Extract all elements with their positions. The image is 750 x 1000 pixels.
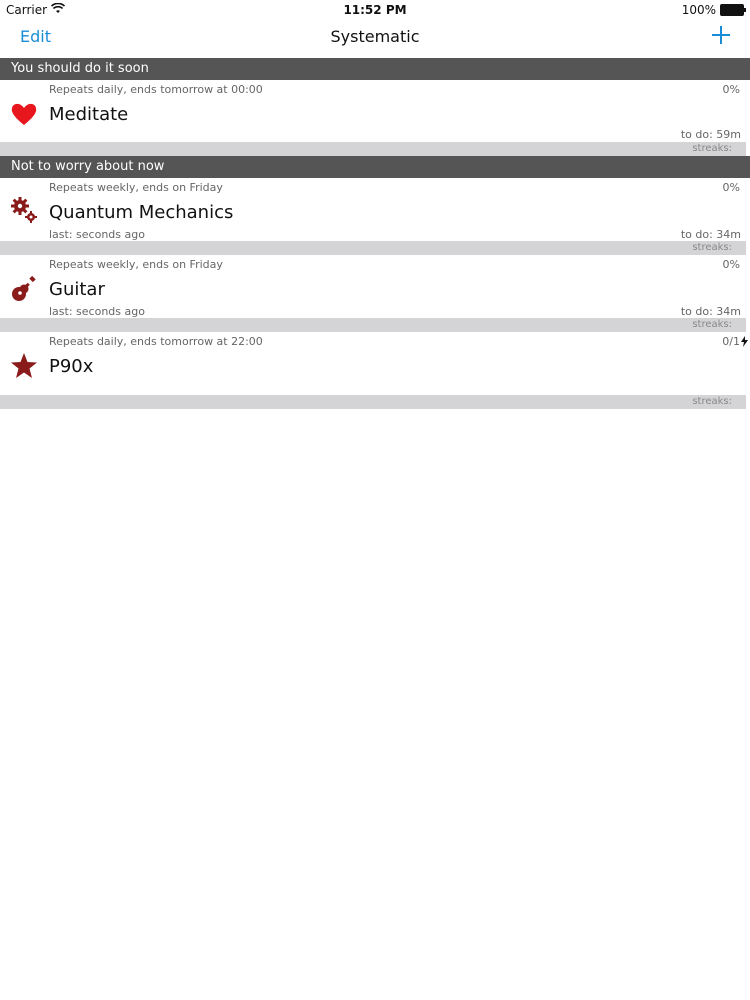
edit-button[interactable]: Edit [20, 27, 51, 46]
habit-name: Meditate [49, 104, 129, 125]
habit-cell-guitar[interactable]: Repeats weekly, ends on Friday 0% Guitar… [0, 255, 750, 332]
repeat-info: Repeats weekly, ends on Friday [49, 258, 223, 271]
repeat-info: Repeats daily, ends tomorrow at 00:00 [49, 83, 263, 96]
repeat-info: Repeats daily, ends tomorrow at 22:00 [49, 335, 263, 348]
gears-icon [10, 196, 38, 224]
section-header-not-worry: Not to worry about now [0, 156, 750, 178]
streak-bar: streaks: [0, 142, 746, 156]
last-done: last: seconds ago [49, 305, 145, 318]
add-button[interactable] [710, 24, 732, 46]
streaks-label: streaks: [692, 143, 732, 154]
progress-count: 0/1 [722, 335, 748, 348]
last-done: last: seconds ago [49, 228, 145, 241]
navigation-bar: Edit Systematic [0, 20, 750, 57]
status-time: 11:52 PM [343, 3, 407, 17]
star-icon [10, 352, 38, 380]
battery-percent: 100% [681, 3, 716, 17]
streaks-label: streaks: [692, 242, 732, 253]
todo-time: to do: 34m [680, 228, 741, 241]
progress-count-label: 0/1 [722, 335, 740, 348]
progress-percent: 0% [722, 258, 740, 271]
heart-icon [10, 100, 38, 128]
battery-icon [720, 4, 746, 16]
section-header-soon: You should do it soon [0, 58, 750, 80]
status-bar: Carrier 11:52 PM 100% [0, 0, 750, 20]
todo-time: to do: 59m [680, 128, 741, 141]
streak-bar: streaks: [0, 395, 746, 409]
streaks-label: streaks: [692, 396, 732, 407]
todo-time: to do: 34m [680, 305, 741, 318]
status-right: 100% [681, 3, 746, 17]
progress-percent: 0% [722, 83, 740, 96]
progress-percent: 0% [722, 181, 740, 194]
plus-icon [712, 26, 730, 44]
repeat-info: Repeats weekly, ends on Friday [49, 181, 223, 194]
streak-bar: streaks: [0, 241, 746, 255]
streaks-label: streaks: [692, 319, 732, 330]
habit-cell-p90x[interactable]: Repeats daily, ends tomorrow at 22:00 0/… [0, 332, 750, 410]
habit-cell-quantum-mechanics[interactable]: Repeats weekly, ends on Friday 0% Quantu… [0, 178, 750, 255]
habit-cell-meditate[interactable]: Repeats daily, ends tomorrow at 00:00 0%… [0, 80, 750, 156]
habit-name: Quantum Mechanics [49, 202, 234, 223]
lightning-icon [741, 336, 748, 347]
streak-bar: streaks: [0, 318, 746, 332]
habit-name: P90x [49, 356, 94, 377]
page-title: Systematic [330, 27, 420, 46]
habit-name: Guitar [49, 279, 105, 300]
guitar-icon [10, 275, 38, 303]
